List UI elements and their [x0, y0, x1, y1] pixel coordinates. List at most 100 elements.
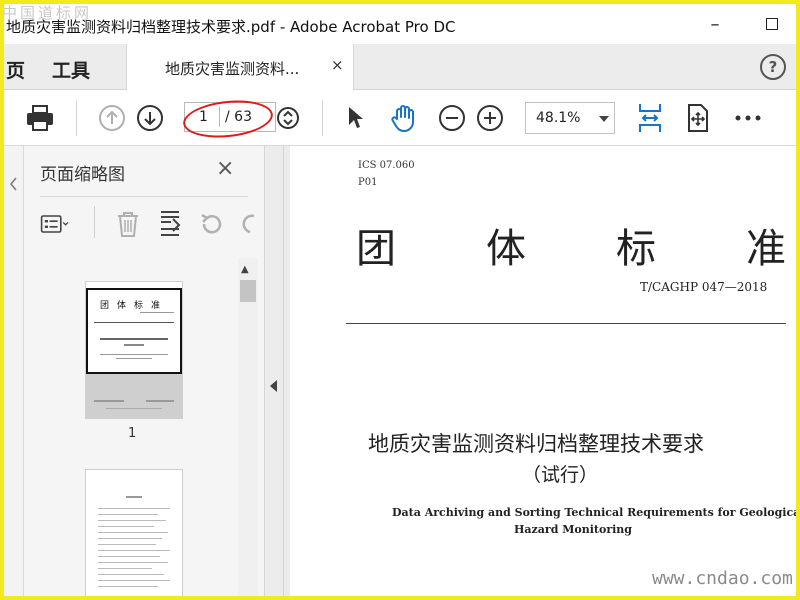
fit-width-button[interactable]	[632, 100, 668, 136]
standard-type-title: 团 体 标 准	[356, 216, 786, 274]
document-title-en-line1: Data Archiving and Sorting Technical Req…	[392, 506, 796, 519]
title-char: 标	[616, 226, 656, 272]
fit-page-icon	[688, 104, 708, 132]
panel-divider	[40, 196, 248, 197]
thumb-line	[98, 538, 162, 539]
tab-close-button[interactable]: ×	[331, 56, 344, 74]
tab-tools[interactable]: 工具	[52, 56, 90, 83]
thumb-line	[98, 514, 158, 515]
more-options-button[interactable]	[730, 100, 766, 136]
print-icon	[27, 105, 53, 131]
zoom-out-button[interactable]	[434, 100, 470, 136]
select-tool-button[interactable]	[338, 100, 374, 136]
collapse-left-icon	[270, 380, 277, 392]
maximize-icon	[766, 18, 778, 30]
document-subtitle-cn: （试行）	[522, 464, 599, 486]
thumb-line	[98, 586, 158, 587]
tab-home[interactable]: 页	[6, 56, 25, 83]
crop-pages-button[interactable]	[154, 208, 186, 240]
rotate-cw-icon	[242, 214, 255, 234]
thumb-rule	[94, 322, 174, 323]
thumb-line	[98, 508, 170, 509]
thumb-line	[98, 574, 164, 575]
toolbar-separator	[76, 100, 77, 136]
panel-toolbar-separator	[94, 206, 95, 238]
next-page-button[interactable]	[132, 100, 168, 136]
zoom-value: 48.1%	[536, 110, 581, 126]
thumb-line	[98, 568, 152, 569]
rotate-ccw-icon	[201, 213, 222, 234]
page-updown-button[interactable]	[270, 100, 306, 136]
page-extract-icon	[161, 211, 181, 236]
classification-code: P01	[358, 177, 378, 188]
thumb-subtitle-line	[124, 344, 144, 346]
toolbar: 1 / 63 48.1%	[4, 90, 796, 146]
zoom-in-icon	[477, 105, 503, 131]
page-thumbnail-1[interactable]: 团体标准	[86, 282, 182, 418]
thumb-en-line	[116, 358, 152, 359]
minimize-button[interactable]: –	[700, 10, 730, 38]
thumb-date-line	[94, 400, 124, 402]
fit-width-icon	[639, 104, 661, 132]
tab-document-label: 地质灾害监测资料...	[165, 60, 300, 78]
tab-document[interactable]: 地质灾害监测资料... ×	[126, 44, 354, 90]
help-button[interactable]: ?	[760, 54, 786, 80]
rotate-cw-button[interactable]	[232, 208, 264, 240]
left-nav-strip	[4, 146, 24, 596]
toolbar-separator	[322, 100, 323, 136]
zoom-out-icon	[439, 105, 465, 131]
thumb-bottom-band	[86, 374, 182, 418]
thumb-line	[98, 526, 154, 527]
cursor-arrow-icon	[349, 107, 363, 128]
page-edge-shadow	[284, 146, 290, 596]
thumb-line	[98, 532, 168, 533]
page-thumbnail-2[interactable]	[86, 470, 182, 596]
rotate-page-button[interactable]	[196, 208, 228, 240]
more-dots-icon	[735, 115, 761, 121]
print-button[interactable]	[22, 100, 58, 136]
thumb-line	[98, 520, 166, 521]
updown-circle-icon	[277, 107, 299, 129]
thumb-line	[98, 556, 160, 557]
trash-icon	[118, 212, 138, 237]
thumb-line	[126, 496, 142, 498]
maximize-button[interactable]	[756, 10, 788, 38]
watermark-top: 中国道标网	[2, 4, 93, 22]
arrow-down-circle-icon	[137, 105, 163, 131]
standard-number: T/CAGHP 047—2018	[640, 280, 768, 294]
scroll-up-icon[interactable]: ▲	[241, 264, 249, 275]
thumbnail-list: 团体标准 1	[24, 258, 238, 596]
document-view[interactable]: ICS 07.060 P01 团 体 标 准 T/CAGHP 047—2018 …	[284, 146, 796, 596]
title-char: 准	[746, 226, 786, 272]
thumb-line	[140, 312, 174, 313]
thumb-line	[98, 550, 170, 551]
thumb-title-line	[100, 338, 168, 340]
panel-close-button[interactable]: ×	[216, 156, 234, 181]
panel-collapse-handle[interactable]	[264, 146, 284, 596]
thumb-line	[98, 562, 168, 563]
list-options-icon	[40, 215, 69, 233]
ics-code: ICS 07.060	[358, 160, 415, 171]
hand-icon	[391, 105, 414, 132]
delete-page-button[interactable]	[112, 208, 144, 240]
zoom-in-button[interactable]	[472, 100, 508, 136]
title-char: 体	[486, 226, 526, 272]
thumb-issuer-line	[106, 408, 162, 409]
thumbnail-scrollbar[interactable]: ▲	[238, 258, 258, 596]
title-char: 团	[356, 226, 396, 272]
document-title-cn: 地质灾害监测资料归档整理技术要求	[368, 432, 704, 456]
scrollbar-thumb[interactable]	[240, 280, 256, 302]
panel-toolbar	[24, 198, 264, 252]
panel-title: 页面缩略图	[40, 165, 125, 185]
prev-page-button[interactable]	[94, 100, 130, 136]
chevron-left-icon	[10, 177, 17, 191]
zoom-select[interactable]: 48.1%	[525, 102, 615, 134]
thumb-options-button[interactable]	[40, 208, 72, 240]
arrow-up-circle-icon	[99, 105, 125, 131]
fit-page-button[interactable]	[680, 100, 716, 136]
chevron-down-icon	[599, 116, 609, 122]
hand-tool-button[interactable]	[386, 100, 422, 136]
thumb-date-line	[146, 400, 174, 402]
watermark-bottom: www.cndao.com	[652, 568, 793, 589]
thumb-line	[98, 580, 170, 581]
